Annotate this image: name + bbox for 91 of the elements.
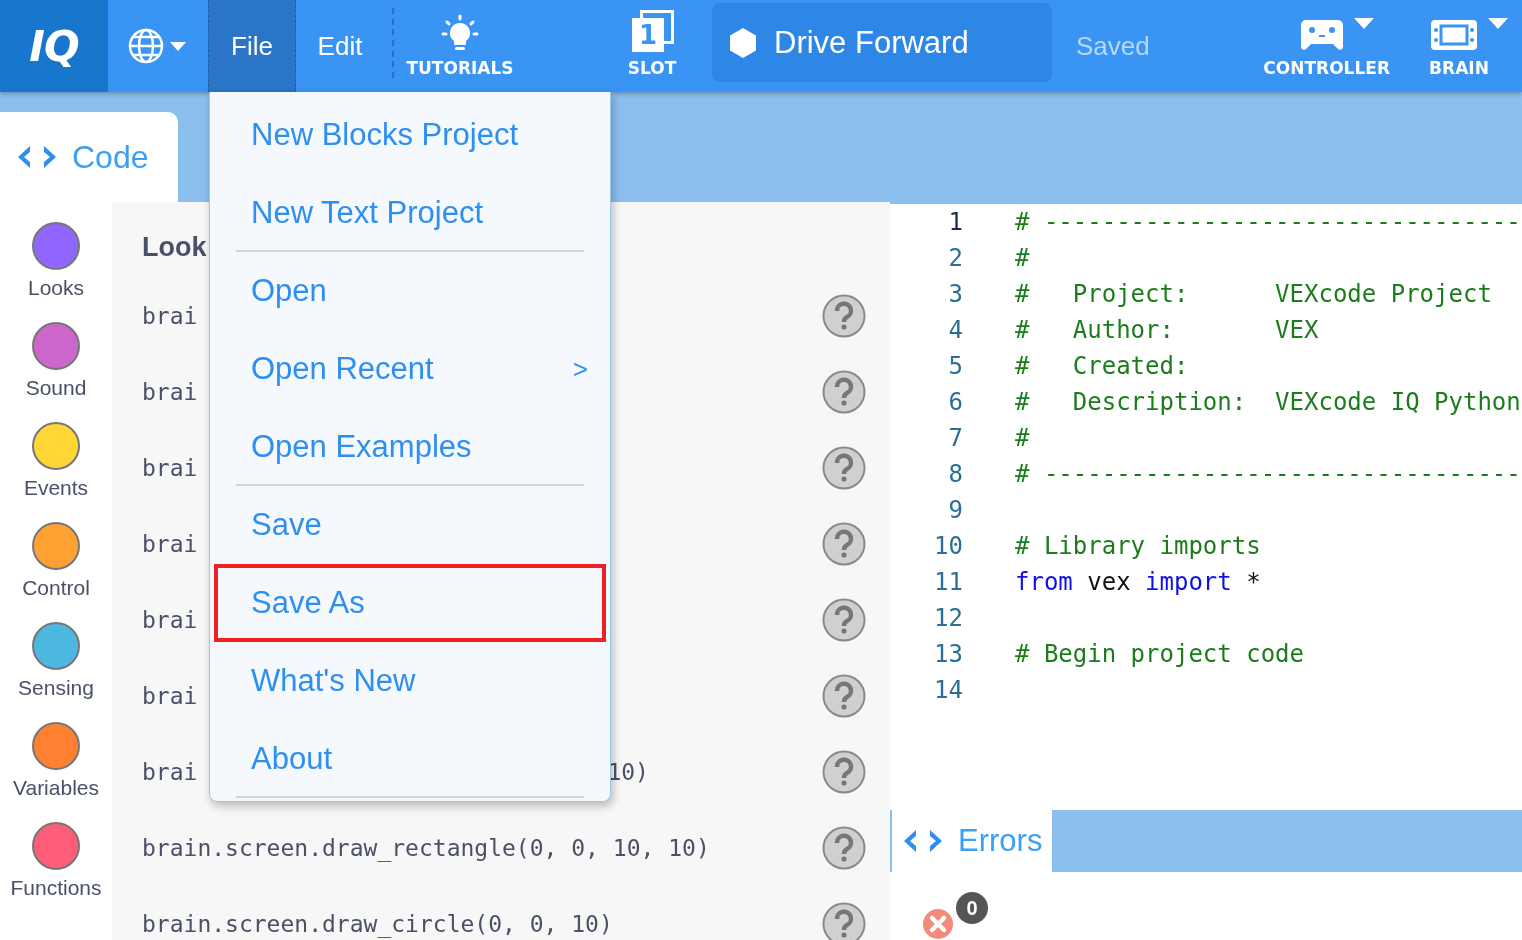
hexagon-icon xyxy=(728,26,758,59)
tutorials-button[interactable]: TUTORIALS xyxy=(408,0,512,92)
help-icon xyxy=(822,370,866,414)
caret-icon xyxy=(1488,18,1508,30)
code-snippet[interactable]: brai xyxy=(142,607,198,633)
caret-icon xyxy=(1353,18,1374,30)
code-icon xyxy=(16,143,58,171)
help-icon xyxy=(822,750,866,794)
menu-item[interactable]: What's New xyxy=(214,642,606,720)
device-button[interactable]: BRAIN xyxy=(1410,0,1508,92)
code-line: # Begin project code xyxy=(1015,640,1304,668)
line-number: 4 xyxy=(947,316,963,344)
line-number: 11 xyxy=(933,568,963,596)
line-number: 5 xyxy=(947,352,963,380)
errors-tab[interactable]: Errors xyxy=(892,810,1052,872)
line-number: 12 xyxy=(933,604,963,632)
help-button[interactable] xyxy=(822,522,866,566)
line-number: 13 xyxy=(933,640,963,668)
category-button[interactable]: Variables xyxy=(13,722,99,818)
line-number: 9 xyxy=(947,496,963,524)
line-number: 1 xyxy=(947,208,963,236)
code-snippet[interactable]: brain.screen.draw_circle(0, 0, 10) xyxy=(142,911,613,937)
menu-item[interactable]: Save xyxy=(214,486,606,564)
help-button[interactable] xyxy=(822,294,866,338)
code-line: # Library imports xyxy=(1015,532,1261,560)
code-tab[interactable]: Code xyxy=(0,112,178,202)
brain-device-icon xyxy=(1430,18,1478,52)
code-snippet[interactable]: brai xyxy=(142,455,198,481)
device-button[interactable]: CONTROLLER xyxy=(1263,0,1390,92)
menu-button[interactable]: Edit xyxy=(296,0,384,92)
code-snippet[interactable]: brain.screen.draw_rectangle(0, 0, 10, 10) xyxy=(142,835,710,861)
app-logo[interactable]: IQ xyxy=(0,0,108,92)
menu-item[interactable]: New Text Project xyxy=(214,174,606,252)
line-number: 10 xyxy=(933,532,963,560)
code-line: # xyxy=(1015,424,1030,452)
help-icon xyxy=(822,902,866,940)
help-button[interactable] xyxy=(822,674,866,718)
category-button[interactable]: Functions xyxy=(10,822,102,918)
category-button[interactable]: Control xyxy=(22,522,90,618)
line-number: 2 xyxy=(947,244,963,272)
line-number: 3 xyxy=(947,280,963,308)
category-button[interactable]: Events xyxy=(23,422,89,518)
menu-item[interactable]: Open xyxy=(214,252,606,330)
slot-button[interactable]: 1 SLOT xyxy=(622,0,682,92)
help-icon xyxy=(822,522,866,566)
code-line: # Author: VEX xyxy=(1015,316,1319,344)
error-count-badge: 0 xyxy=(956,892,988,924)
code-line: # Created: xyxy=(1015,352,1189,380)
code-snippet[interactable]: brai xyxy=(142,759,198,785)
help-button[interactable] xyxy=(822,370,866,414)
help-icon xyxy=(822,674,866,718)
help-button[interactable] xyxy=(822,826,866,870)
code-snippet[interactable]: 10) xyxy=(607,759,649,785)
category-button[interactable]: Looks xyxy=(27,222,84,318)
code-snippet[interactable]: brai xyxy=(142,531,198,557)
menu-item[interactable]: Open Recent > xyxy=(214,330,606,408)
menu-item[interactable]: About xyxy=(214,720,606,798)
code-line: # xyxy=(1015,244,1030,272)
code-line: # --------------------------------- xyxy=(1015,460,1521,488)
line-number: 14 xyxy=(933,676,963,704)
help-icon xyxy=(822,446,866,490)
lightbulb-icon xyxy=(440,14,480,52)
help-button[interactable] xyxy=(822,750,866,794)
globe-icon xyxy=(128,26,188,66)
menu-item[interactable]: New Blocks Project xyxy=(214,96,606,174)
menu-button[interactable]: File xyxy=(208,0,296,92)
code-snippet[interactable]: brai xyxy=(142,683,198,709)
help-icon xyxy=(822,826,866,870)
line-number: 6 xyxy=(947,388,963,416)
line-number: 7 xyxy=(947,424,963,452)
code-line: # Project: VEXcode Project xyxy=(1015,280,1492,308)
controller-icon xyxy=(1299,18,1344,52)
code-snippet[interactable]: brai xyxy=(142,379,198,405)
category-button[interactable]: Sensing xyxy=(18,622,94,718)
section-heading: Look xyxy=(142,232,208,264)
code-snippet[interactable]: brai xyxy=(142,303,198,329)
help-icon xyxy=(822,598,866,642)
help-button[interactable] xyxy=(822,902,866,940)
line-number: 8 xyxy=(947,460,963,488)
code-line: # --------------------------------- xyxy=(1015,208,1521,236)
menu-item[interactable]: Save As xyxy=(214,564,606,642)
category-button[interactable]: Sound xyxy=(25,322,87,418)
help-icon xyxy=(822,294,866,338)
help-button[interactable] xyxy=(822,598,866,642)
save-status: Saved xyxy=(1076,30,1150,62)
code-line: # Description: VEXcode IQ Python xyxy=(1015,388,1521,416)
project-name-field[interactable]: Drive Forward xyxy=(712,3,1052,82)
code-icon xyxy=(902,827,944,855)
help-button[interactable] xyxy=(822,446,866,490)
menu-item[interactable]: Open Examples xyxy=(214,408,606,486)
code-line: from vex import * xyxy=(1015,568,1261,596)
